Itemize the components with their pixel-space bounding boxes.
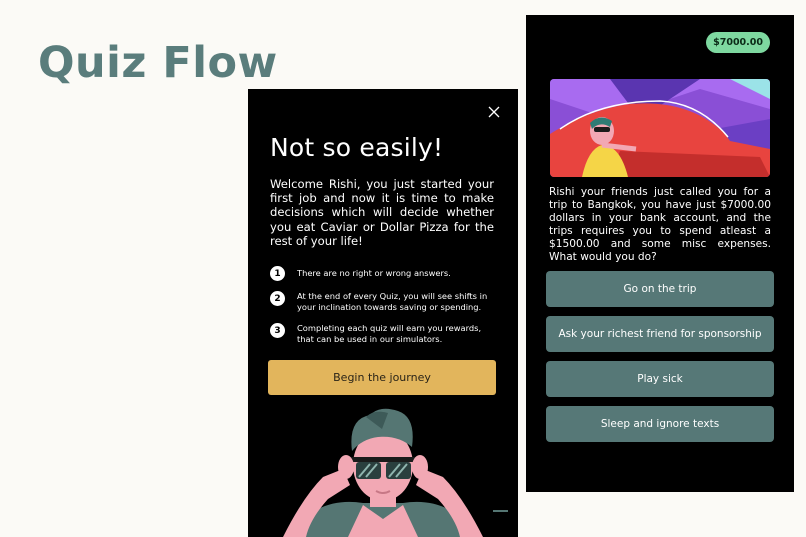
rule-number-badge: 1 xyxy=(270,266,285,281)
rule-item: 3 Completing each quiz will earn you rew… xyxy=(270,322,496,345)
character-illustration xyxy=(283,408,508,537)
rule-text: Completing each quiz will earn you rewar… xyxy=(297,323,482,344)
rule-item: 2 At the end of every Quiz, you will see… xyxy=(270,290,496,313)
intro-heading: Not so easily! xyxy=(270,133,444,162)
question-screen: $7000.00 Rishi your friends just called … xyxy=(526,15,794,492)
intro-screen: Not so easily! Welcome Rishi, you just s… xyxy=(248,89,518,537)
close-icon[interactable] xyxy=(488,106,500,118)
option-button[interactable]: Ask your richest friend for sponsorship xyxy=(546,316,774,352)
rule-number-badge: 2 xyxy=(270,291,285,306)
question-text: Rishi your friends just called you for a… xyxy=(549,186,771,263)
rule-text: There are no right or wrong answers. xyxy=(297,268,451,278)
rule-text: At the end of every Quiz, you will see s… xyxy=(297,291,488,312)
option-button[interactable]: Sleep and ignore texts xyxy=(546,406,774,442)
page-title: Quiz Flow xyxy=(38,38,278,88)
option-button[interactable]: Go on the trip xyxy=(546,271,774,307)
scenario-illustration xyxy=(550,79,770,177)
answer-options: Go on the trip Ask your richest friend f… xyxy=(546,271,774,451)
option-button[interactable]: Play sick xyxy=(546,361,774,397)
rule-number-badge: 3 xyxy=(270,323,285,338)
rule-item: 1 There are no right or wrong answers. xyxy=(270,265,496,281)
balance-badge: $7000.00 xyxy=(706,32,770,53)
intro-description: Welcome Rishi, you just started your fir… xyxy=(270,177,494,248)
rules-list: 1 There are no right or wrong answers. 2… xyxy=(270,265,496,354)
begin-journey-button[interactable]: Begin the journey xyxy=(268,360,496,395)
